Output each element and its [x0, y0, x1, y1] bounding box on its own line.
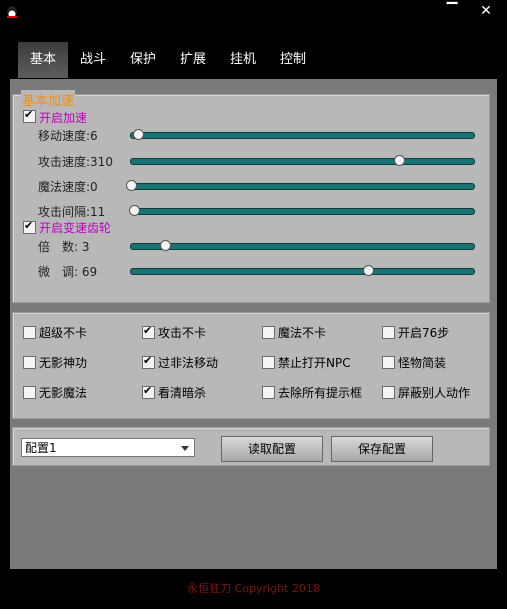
option-checkbox[interactable]	[382, 356, 395, 369]
option-label[interactable]: 超级不卡	[39, 324, 87, 341]
option-label[interactable]: 攻击不卡	[158, 324, 206, 341]
slider-thumb[interactable]	[160, 240, 172, 251]
option-label[interactable]: 怪物简装	[398, 354, 446, 371]
enable-speed-checkbox[interactable]	[23, 108, 36, 123]
option-label[interactable]: 开启76步	[398, 324, 449, 341]
minimize-icon[interactable]: ▔	[441, 0, 463, 22]
slider-thumb[interactable]	[132, 129, 144, 140]
tab-combat[interactable]: 战斗	[68, 42, 118, 78]
magic-speed-slider[interactable]	[126, 180, 475, 191]
enable-speed-label[interactable]: 开启加速	[39, 109, 87, 126]
config-group: 配置1 读取配置 保存配置	[12, 427, 490, 466]
fine-tune-label: 微 调: 69	[38, 265, 98, 279]
option-label[interactable]: 无影神功	[39, 354, 87, 371]
app-window: ▔ ✕ 基本 战斗 保护 扩展 挂机 控制 基本加速 开启加速 移动速度:6 攻…	[0, 0, 507, 609]
close-icon[interactable]: ✕	[475, 0, 497, 22]
option-checkbox[interactable]	[23, 386, 36, 399]
multiplier-slider[interactable]	[130, 240, 475, 251]
tab-control[interactable]: 控制	[268, 42, 318, 78]
option-checkbox[interactable]	[23, 356, 36, 369]
attack-interval-label: 攻击间隔:11	[38, 205, 106, 219]
option-label[interactable]: 去除所有提示框	[278, 384, 362, 401]
move-speed-label: 移动速度:6	[38, 129, 98, 143]
option-label[interactable]: 无影魔法	[39, 384, 87, 401]
basic-speed-group: 基本加速 开启加速 移动速度:6 攻击速度:310 魔法速度:0 攻击间隔:11…	[12, 90, 490, 303]
option-checkbox[interactable]	[23, 326, 36, 339]
option-checkbox[interactable]	[262, 326, 275, 339]
options-group: 超级不卡 攻击不卡 魔法不卡 开启76步 无影神功 过非法移动 禁止打开NPC …	[12, 312, 490, 419]
tab-extend[interactable]: 扩展	[168, 42, 218, 78]
slider-thumb[interactable]	[362, 265, 374, 276]
app-icon	[7, 6, 17, 18]
config-select-value: 配置1	[25, 441, 57, 455]
enable-gear-checkbox[interactable]	[23, 219, 36, 234]
option-checkbox[interactable]	[142, 384, 155, 399]
magic-speed-label: 魔法速度:0	[38, 180, 98, 194]
slider-thumb[interactable]	[126, 180, 137, 191]
option-checkbox[interactable]	[262, 356, 275, 369]
option-checkbox[interactable]	[142, 354, 155, 369]
tab-basic[interactable]: 基本	[18, 42, 68, 78]
tab-afk[interactable]: 挂机	[218, 42, 268, 78]
option-checkbox[interactable]	[382, 386, 395, 399]
config-select[interactable]: 配置1	[21, 438, 195, 457]
move-speed-slider[interactable]	[130, 129, 475, 140]
option-label[interactable]: 过非法移动	[158, 354, 218, 371]
attack-interval-slider[interactable]	[129, 205, 475, 216]
tab-bar: 基本 战斗 保护 扩展 挂机 控制	[18, 42, 318, 80]
slider-thumb[interactable]	[129, 205, 141, 216]
option-label[interactable]: 屏蔽别人动作	[398, 384, 470, 401]
tab-content-panel: 基本加速 开启加速 移动速度:6 攻击速度:310 魔法速度:0 攻击间隔:11…	[10, 79, 497, 569]
option-label[interactable]: 魔法不卡	[278, 324, 326, 341]
dropdown-arrow-icon[interactable]	[181, 446, 189, 451]
fine-tune-slider[interactable]	[130, 265, 475, 276]
option-checkbox[interactable]	[262, 386, 275, 399]
save-config-button[interactable]: 保存配置	[331, 436, 433, 462]
attack-speed-slider[interactable]	[130, 155, 475, 166]
option-checkbox[interactable]	[382, 326, 395, 339]
tab-protect[interactable]: 保护	[118, 42, 168, 78]
option-checkbox[interactable]	[142, 324, 155, 339]
attack-speed-label: 攻击速度:310	[38, 155, 113, 169]
slider-thumb[interactable]	[393, 155, 405, 166]
basic-speed-title: 基本加速	[21, 90, 76, 109]
enable-gear-label[interactable]: 开启变速齿轮	[39, 219, 111, 236]
option-label[interactable]: 看清暗杀	[158, 384, 206, 401]
load-config-button[interactable]: 读取配置	[221, 436, 323, 462]
multiplier-label: 倍 数: 3	[38, 240, 90, 254]
copyright-footer: 永恒狂刀 Copyright 2018	[187, 582, 320, 595]
option-label[interactable]: 禁止打开NPC	[278, 354, 351, 371]
